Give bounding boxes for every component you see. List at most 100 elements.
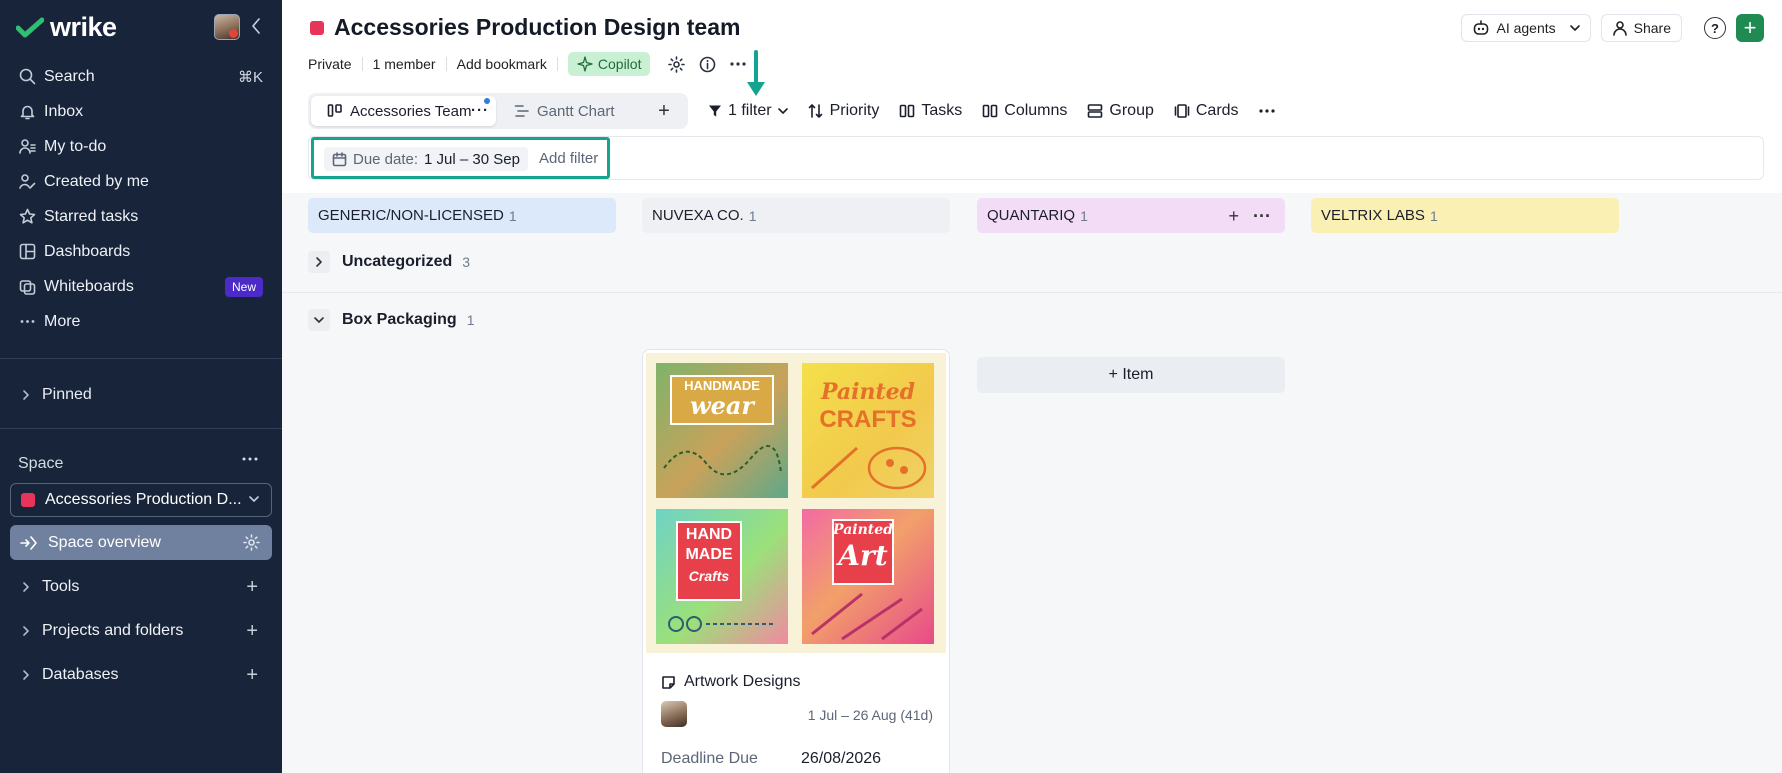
chevron-right-icon: [22, 625, 30, 637]
column-count: 1: [508, 207, 517, 224]
column-name: NUVEXA CO.: [652, 207, 744, 224]
add-item-button[interactable]: + Item: [977, 357, 1285, 393]
user-avatar[interactable]: [214, 14, 240, 40]
nav-label: Dashboards: [44, 242, 131, 260]
sidebar-divider: [0, 358, 282, 359]
nav-starred[interactable]: Starred tasks: [0, 199, 282, 234]
page-title[interactable]: Accessories Production Design team: [334, 14, 740, 41]
card-field-label: Deadline Due: [661, 750, 758, 767]
nav-created-by-me[interactable]: Created by me: [0, 164, 282, 199]
card-cover-image: HANDMADE wear Painted CRAFTS HAND MADE C…: [646, 353, 946, 653]
tree-label: Tools: [42, 578, 80, 595]
calendar-icon: [332, 151, 347, 166]
add-icon[interactable]: +: [1229, 206, 1240, 227]
space-selector[interactable]: Accessories Production D...: [10, 483, 272, 517]
column-header[interactable]: VELTRIX LABS 1: [1311, 198, 1619, 233]
nav-inbox[interactable]: Inbox: [0, 94, 282, 129]
add-icon[interactable]: +: [246, 576, 258, 599]
wrike-logo[interactable]: wrike: [16, 12, 117, 43]
dashboard-icon: [18, 243, 36, 261]
chevron-down-icon[interactable]: [308, 309, 330, 331]
chevron-down-icon[interactable]: [1569, 24, 1580, 32]
tab-accessories-team[interactable]: Accessories Team ···: [311, 96, 496, 126]
tab-more-icon[interactable]: ···: [471, 102, 489, 119]
members-button[interactable]: 1 member: [373, 56, 436, 72]
card-dates[interactable]: 1 Jul – 26 Aug (41d): [808, 707, 933, 723]
title-actions: [668, 55, 747, 73]
add-icon[interactable]: +: [246, 664, 258, 687]
column-header[interactable]: NUVEXA CO. 1: [642, 198, 950, 233]
info-icon[interactable]: [699, 56, 716, 73]
group-button[interactable]: Group: [1087, 102, 1154, 120]
space-overview-item[interactable]: Space overview: [10, 525, 272, 560]
column-more-icon[interactable]: ···: [1253, 206, 1271, 227]
tree-item-tools[interactable]: Tools +: [0, 570, 282, 604]
page-title-row: Accessories Production Design team: [310, 14, 740, 41]
title-meta-row: Private 1 member Add bookmark Copilot: [308, 52, 747, 76]
help-icon[interactable]: ?: [1704, 17, 1726, 39]
image-tile: HAND MADE Crafts: [656, 509, 788, 644]
add-icon[interactable]: +: [246, 620, 258, 643]
column-header[interactable]: QUANTARIQ 1 + ···: [977, 198, 1285, 233]
nav-label: Whiteboards: [44, 277, 134, 295]
column-count: 1: [1429, 207, 1438, 224]
priority-label: Priority: [829, 102, 880, 119]
nav-search[interactable]: Search ⌘K: [0, 59, 282, 94]
columns-icon: [982, 104, 998, 118]
card-field-value[interactable]: 26/08/2026: [801, 750, 881, 768]
column-header[interactable]: GENERIC/NON-LICENSED 1: [308, 198, 616, 233]
image-text: wear: [689, 391, 755, 420]
tree-label: Databases: [42, 666, 119, 683]
chevron-right-icon[interactable]: [308, 251, 330, 273]
filter-button[interactable]: 1 filter: [708, 102, 788, 120]
columns-button[interactable]: Columns: [982, 102, 1067, 120]
user-pen-icon: [18, 173, 36, 191]
tree-item-projects[interactable]: Projects and folders +: [0, 614, 282, 648]
add-filter-button[interactable]: Add filter: [539, 150, 598, 167]
image-text: Painted: [820, 379, 916, 405]
cards-icon: [1174, 104, 1190, 118]
priority-button[interactable]: Priority: [808, 102, 880, 120]
privacy-button[interactable]: Private: [308, 56, 352, 72]
share-button[interactable]: Share: [1600, 14, 1682, 42]
gear-icon[interactable]: [243, 534, 260, 551]
group-row-uncategorized[interactable]: Uncategorized 3: [308, 247, 470, 277]
scissors-doodle: [663, 445, 782, 476]
cards-button[interactable]: Cards: [1174, 102, 1239, 120]
tree-label: Projects and folders: [42, 622, 184, 639]
wrike-check-icon: [16, 17, 44, 37]
new-badge: New: [224, 276, 263, 297]
group-count: 3: [462, 254, 471, 270]
create-button[interactable]: +: [1736, 14, 1764, 42]
ai-agents-button[interactable]: AI agents: [1461, 14, 1591, 42]
add-view-button[interactable]: +: [647, 93, 681, 129]
nav-label: Inbox: [44, 102, 84, 120]
pinned-section[interactable]: Pinned: [0, 378, 282, 412]
nav-whiteboards[interactable]: Whiteboards New: [0, 269, 282, 304]
nav-dashboards[interactable]: Dashboards: [0, 234, 282, 269]
space-more-icon[interactable]: [242, 456, 258, 462]
tasks-label: Tasks: [921, 102, 963, 119]
settings-icon[interactable]: [668, 55, 686, 73]
collapse-sidebar-icon[interactable]: [250, 17, 262, 35]
view-toolbar: 1 filter Priority Tasks Columns Group Ca…: [708, 93, 1275, 129]
assignee-avatar[interactable]: [661, 701, 687, 727]
nav-my-todo[interactable]: My to-do: [0, 129, 282, 164]
add-bookmark-button[interactable]: Add bookmark: [457, 56, 547, 72]
card-title[interactable]: Artwork Designs: [661, 673, 800, 691]
tree-item-databases[interactable]: Databases +: [0, 658, 282, 692]
space-overview-label: Space overview: [48, 533, 161, 551]
due-date-filter-chip[interactable]: Due date: 1 Jul – 30 Sep: [324, 147, 528, 171]
star-icon: [18, 208, 36, 226]
tab-gantt-chart[interactable]: Gantt Chart: [514, 96, 615, 126]
column-name: VELTRIX LABS: [1321, 207, 1425, 224]
nav-more[interactable]: More: [0, 304, 282, 339]
copilot-button[interactable]: Copilot: [567, 52, 651, 76]
tasks-button[interactable]: Tasks: [899, 102, 962, 120]
scissors-doodle: [668, 616, 776, 632]
group-row-box-packaging[interactable]: Box Packaging 1: [308, 305, 475, 335]
toolbar-more-icon[interactable]: [1258, 108, 1275, 114]
task-card[interactable]: HANDMADE wear Painted CRAFTS HAND MADE C…: [642, 349, 950, 773]
share-label: Share: [1633, 20, 1671, 36]
filter-label: 1 filter: [728, 102, 772, 119]
